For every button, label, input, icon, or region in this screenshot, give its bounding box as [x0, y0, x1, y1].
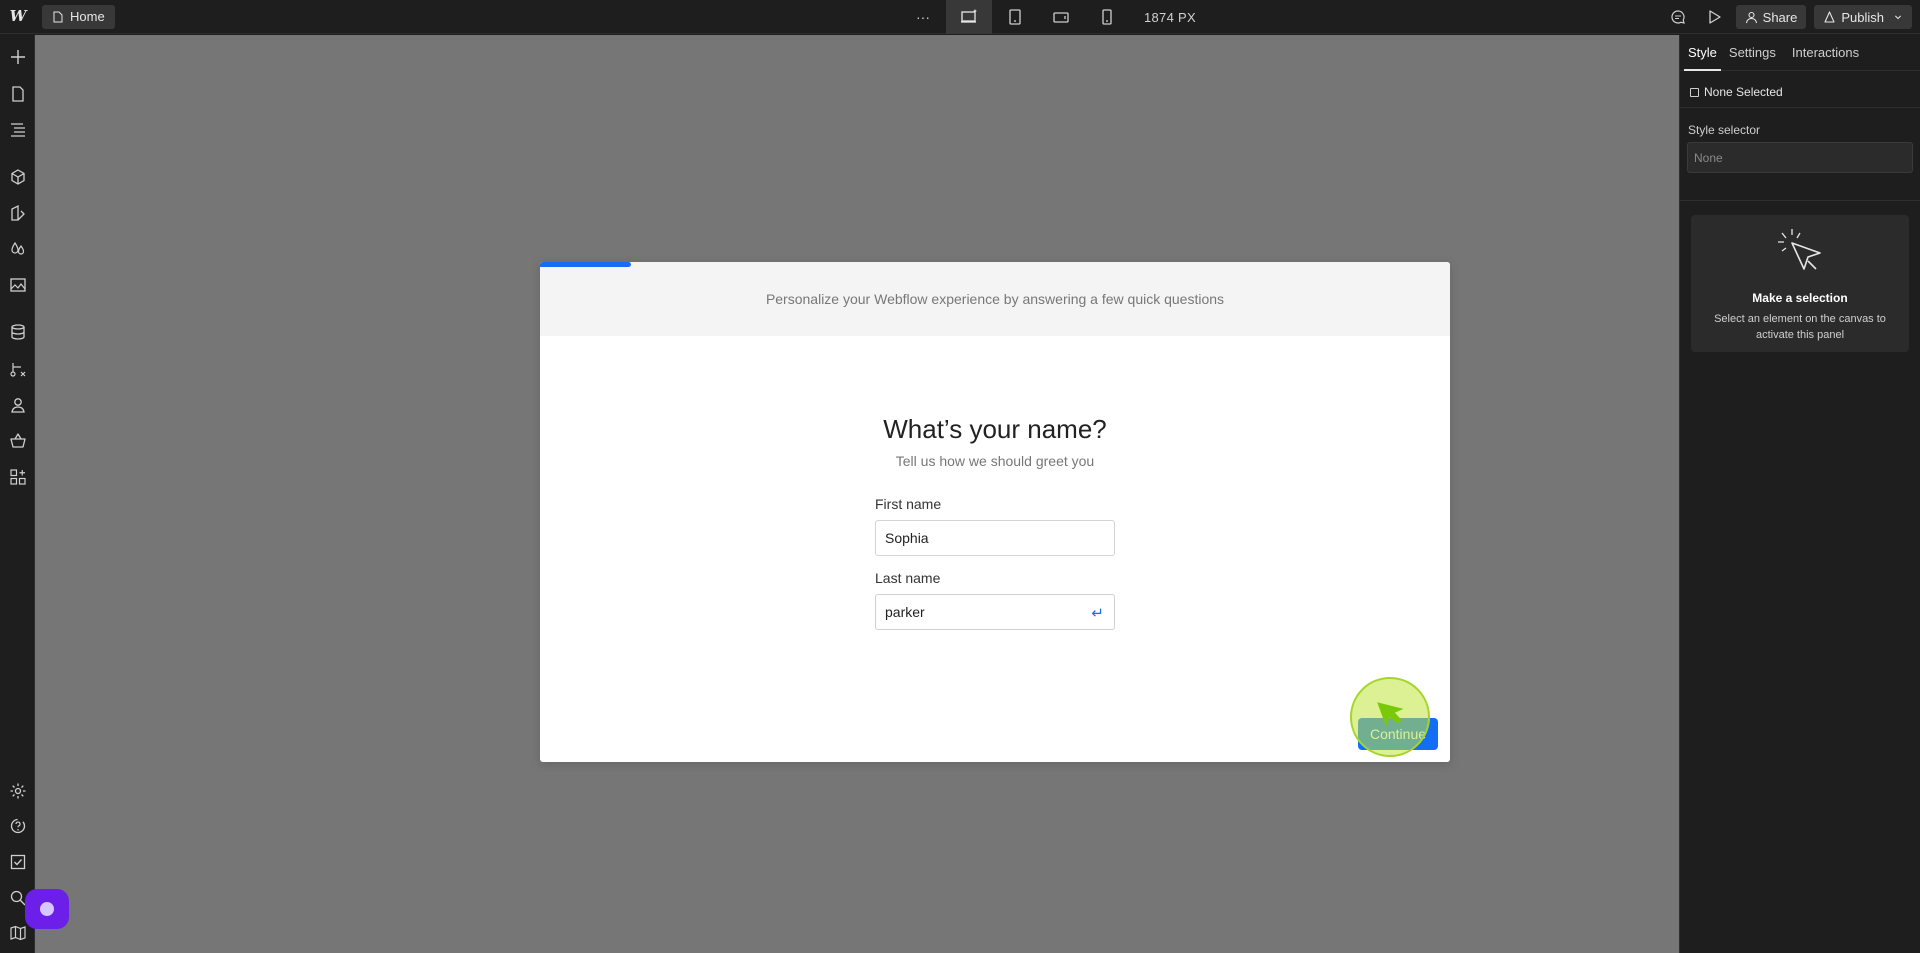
webflow-logo[interactable]: W: [8, 6, 28, 26]
toolbar-actions: Share Publish: [1664, 0, 1912, 34]
desktop-star-icon: [961, 9, 977, 23]
ecommerce-icon[interactable]: [6, 429, 30, 453]
first-name-input[interactable]: Sophia: [875, 520, 1115, 556]
plus-icon[interactable]: [6, 45, 30, 69]
page-name: Home: [70, 9, 105, 24]
preview-button[interactable]: [1700, 3, 1728, 31]
desktop-breakpoint-button[interactable]: [946, 0, 992, 34]
element-icon: [1690, 87, 1699, 97]
style-guide-icon[interactable]: [6, 201, 30, 225]
empty-selection-card: Make a selection Select an element on th…: [1691, 215, 1909, 352]
style-selector-label: Style selector: [1688, 123, 1761, 137]
phone-icon: [1102, 9, 1112, 25]
continue-button[interactable]: Continue: [1358, 718, 1438, 750]
assistant-button[interactable]: [25, 889, 69, 929]
settings-icon[interactable]: [6, 779, 30, 803]
cursor-click-icon: [1778, 229, 1821, 270]
page-icon: [53, 11, 63, 23]
progress-bar: [540, 262, 631, 267]
landscape-breakpoint-button[interactable]: [1038, 0, 1084, 34]
card-text: Select an element on the canvas to activ…: [1714, 313, 1886, 341]
share-label: Share: [1762, 9, 1798, 25]
question-subtitle: Tell us how we should greet you: [895, 453, 1095, 469]
divider: [1680, 107, 1920, 108]
landscape-phone-icon: [1053, 12, 1069, 23]
assistant-icon: [40, 902, 54, 916]
canvas-width-readout: 1874 PX: [1144, 9, 1196, 25]
help-icon[interactable]: [6, 814, 30, 838]
tablet-breakpoint-button[interactable]: [992, 0, 1038, 34]
first-name-value: Sophia: [885, 530, 929, 546]
divider: [1680, 200, 1920, 201]
tab-settings[interactable]: Settings: [1721, 35, 1784, 71]
portrait-breakpoint-button[interactable]: [1084, 0, 1130, 34]
last-name-input[interactable]: parker ↵: [875, 594, 1115, 630]
variables-icon[interactable]: [6, 237, 30, 261]
modal-header: Personalize your Webflow experience by a…: [540, 262, 1450, 336]
play-icon: [1709, 10, 1721, 24]
assets-icon[interactable]: [6, 273, 30, 297]
modal-header-text: Personalize your Webflow experience by a…: [765, 291, 1225, 307]
publish-button[interactable]: Publish: [1814, 5, 1912, 29]
style-selector-value: None: [1694, 150, 1723, 165]
top-toolbar: W Home ··· 1874 PX Share Publish: [0, 0, 1920, 34]
continue-label: Continue: [1369, 726, 1427, 742]
enter-key-icon: ↵: [1091, 605, 1104, 622]
page-icon[interactable]: [6, 82, 30, 106]
publish-label: Publish: [1841, 9, 1884, 25]
cms-icon[interactable]: [6, 320, 30, 344]
onboarding-modal: Personalize your Webflow experience by a…: [540, 262, 1450, 762]
user-icon: [1745, 11, 1757, 23]
selection-indicator: None Selected: [1690, 85, 1783, 99]
more-icon: ···: [916, 9, 930, 25]
logic-icon[interactable]: [6, 357, 30, 381]
design-canvas[interactable]: Personalize your Webflow experience by a…: [35, 35, 1679, 953]
right-panel: Style Settings Interactions None Selecte…: [1679, 35, 1920, 953]
style-selector-input[interactable]: None: [1687, 142, 1913, 173]
navigator-icon[interactable]: [6, 117, 30, 141]
card-title: Make a selection: [1752, 291, 1848, 305]
question-title: What’s your name?: [883, 414, 1107, 444]
rocket-icon: [1824, 10, 1835, 23]
tab-style[interactable]: Style: [1684, 35, 1721, 71]
map-icon[interactable]: [6, 921, 30, 945]
users-icon[interactable]: [6, 393, 30, 417]
chevron-down-icon: [1894, 15, 1902, 20]
breakpoint-controls: ··· 1874 PX: [900, 0, 1196, 34]
tablet-icon: [1009, 9, 1021, 25]
share-button[interactable]: Share: [1735, 5, 1807, 29]
panel-tabs: Style Settings Interactions: [1680, 35, 1920, 71]
first-name-label: First name: [875, 496, 942, 512]
selection-text: None Selected: [1704, 85, 1783, 99]
components-icon[interactable]: [6, 165, 30, 189]
tab-interactions[interactable]: Interactions: [1784, 35, 1867, 71]
last-name-value: parker: [885, 604, 925, 620]
comment-icon: [1671, 10, 1685, 24]
comments-button[interactable]: [1664, 3, 1692, 31]
left-sidebar: [0, 35, 35, 953]
last-name-label: Last name: [875, 570, 941, 586]
page-selector[interactable]: Home: [42, 5, 115, 29]
audit-icon[interactable]: [6, 850, 30, 874]
apps-icon[interactable]: [6, 465, 30, 489]
more-options-button[interactable]: ···: [900, 0, 946, 34]
